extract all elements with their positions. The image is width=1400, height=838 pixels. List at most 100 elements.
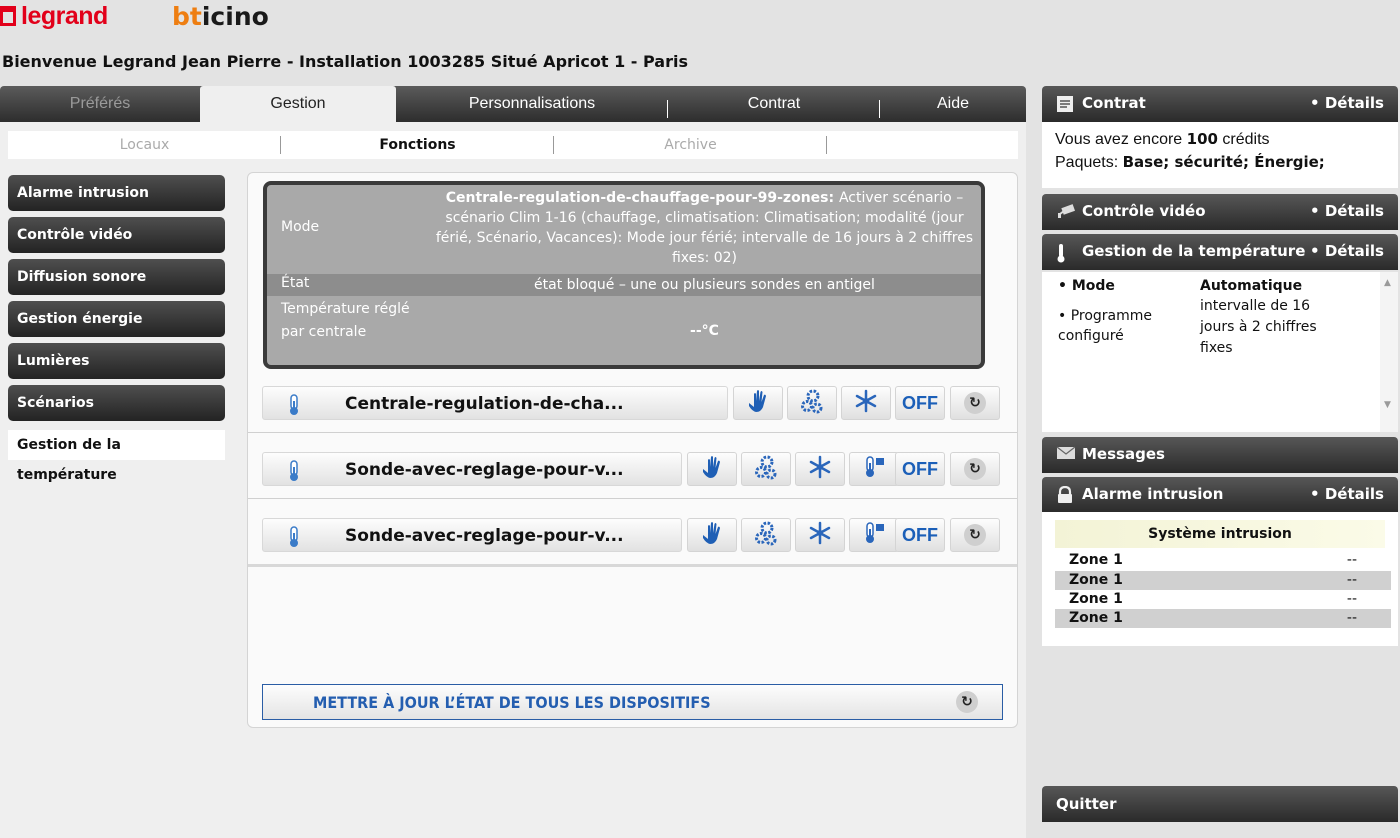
document-icon [1056, 95, 1074, 117]
contract-packages-list: Base; sécurité; Énergie; [1122, 153, 1325, 171]
sidebar-item-lumieres[interactable]: Lumières [8, 343, 225, 379]
tab-contrat[interactable]: Contrat [668, 86, 880, 122]
off-button[interactable]: OFF [895, 452, 945, 486]
zone-row: Zone 1 -- [1055, 571, 1391, 590]
subtab-separator [826, 136, 827, 154]
manual-hand-icon [745, 389, 771, 417]
widget-messages-header[interactable]: Messages [1042, 437, 1398, 473]
refresh-icon: ↻ [964, 392, 986, 414]
subtab-label: Fonctions [379, 137, 456, 153]
widget-alarm-header[interactable]: Alarme intrusion • Détails [1042, 477, 1398, 513]
device-row-probe-2[interactable]: Sonde-avec-reglage-pour-v... [262, 518, 682, 552]
zone-row: Zone 1 -- [1055, 590, 1391, 609]
zone-row: Zone 1 -- [1055, 551, 1391, 570]
sidebar-item-scenarios[interactable]: Scénarios [8, 385, 225, 421]
zone-row: Zone 1 -- [1055, 609, 1391, 628]
zone-status: -- [1346, 591, 1357, 607]
widget-video-details-link[interactable]: • Détails [1310, 202, 1384, 220]
widget-temperature-header[interactable]: Gestion de la température • Détails [1042, 234, 1398, 270]
status-mode-device: Centrale-regulation-de-chauffage-pour-99… [445, 190, 835, 206]
device-row-central[interactable]: Centrale-regulation-de-cha... [262, 386, 728, 420]
tab-gestion[interactable]: Gestion [200, 86, 396, 124]
device-name: Sonde-avec-reglage-pour-v... [345, 460, 624, 480]
sidebar-item-gestion-energie[interactable]: Gestion énergie [8, 301, 225, 337]
status-etat-value: état bloqué – une ou plusieurs sondes en… [534, 277, 875, 293]
main-tabs: Préférés Gestion Personnalisations Contr… [0, 86, 1026, 124]
sidebar-item-alarme-intrusion[interactable]: Alarme intrusion [8, 175, 225, 211]
device-name: Centrale-regulation-de-cha... [345, 394, 624, 414]
refresh-device-button[interactable]: ↻ [950, 386, 1000, 420]
off-button[interactable]: OFF [895, 386, 945, 420]
antifreeze-snowflake-icon [854, 389, 878, 417]
status-mode-value: Centrale-regulation-de-chauffage-pour-99… [432, 188, 977, 268]
temp-program-label-1: • Programme [1058, 308, 1153, 324]
antifreeze-mode-button[interactable] [795, 518, 845, 552]
temp-mode-value: Automatique [1200, 278, 1303, 294]
zone-name: Zone 1 [1069, 552, 1123, 568]
sidebar-item-diffusion-sonore[interactable]: Diffusion sonore [8, 259, 225, 295]
widget-contrat-header[interactable]: Contrat • Détails [1042, 86, 1398, 122]
widget-temperature-details-link[interactable]: • Détails [1310, 242, 1384, 260]
local-thermostat-icon [862, 521, 886, 549]
widget-video-header[interactable]: Contrôle vidéo • Détails [1042, 194, 1398, 230]
manual-mode-button[interactable] [687, 452, 737, 486]
temp-program-value-1: intervalle de 16 [1200, 298, 1311, 314]
sidebar-item-controle-video[interactable]: Contrôle vidéo [8, 217, 225, 253]
temp-program-value-2: jours à 2 chiffres [1200, 319, 1317, 335]
antifreeze-mode-button[interactable] [841, 386, 891, 420]
off-button[interactable]: OFF [895, 518, 945, 552]
widget-contrat-title: Contrat [1082, 94, 1146, 112]
temp-scrollbar[interactable]: ▲ ▼ [1380, 272, 1398, 432]
status-mode-label: Mode [281, 219, 320, 235]
bticino-logo: bticino [172, 2, 269, 32]
status-row-temperature: Température réglé par centrale --°C [267, 296, 981, 365]
scroll-up-icon[interactable]: ▲ [1384, 278, 1391, 288]
refresh-icon: ↻ [964, 458, 986, 480]
local-thermostat-button[interactable] [849, 452, 899, 486]
temp-mode-label: • Mode [1058, 278, 1115, 294]
tab-aide[interactable]: Aide [880, 86, 1026, 122]
program-gears-icon [753, 520, 779, 550]
manual-hand-icon [699, 521, 725, 549]
subtab-fonctions[interactable]: Fonctions [281, 131, 554, 159]
local-thermostat-button[interactable] [849, 518, 899, 552]
contract-credits-count: 100 [1186, 130, 1218, 148]
program-mode-button[interactable] [741, 452, 791, 486]
sidebar-item-gestion-temperature[interactable]: Gestion de la température [8, 430, 225, 483]
intrusion-system-header: Système intrusion [1055, 520, 1385, 548]
refresh-icon: ↻ [956, 691, 978, 713]
status-row-etat: État état bloqué – une ou plusieurs sond… [267, 274, 981, 296]
update-all-devices-button[interactable]: METTRE À JOUR L’ÉTAT DE TOUS LES DISPOSI… [262, 684, 1003, 720]
status-temperature-value: --°C [690, 323, 719, 339]
refresh-device-button[interactable]: ↻ [950, 452, 1000, 486]
widget-contrat-details-link[interactable]: • Détails [1310, 94, 1384, 112]
subtab-label: Archive [664, 137, 717, 153]
manual-mode-button[interactable] [733, 386, 783, 420]
tab-preferes[interactable]: Préférés [0, 86, 200, 122]
tab-personnalisations[interactable]: Personnalisations [396, 86, 668, 122]
antifreeze-snowflake-icon [808, 521, 832, 549]
tab-label: Personnalisations [468, 95, 596, 112]
widget-temperature-body: • Mode Automatique • Programme configuré… [1042, 272, 1398, 432]
refresh-device-button[interactable]: ↻ [950, 518, 1000, 552]
sub-tabs: Locaux Fonctions Archive [8, 131, 1018, 159]
scroll-down-icon[interactable]: ▼ [1384, 400, 1391, 410]
program-mode-button[interactable] [787, 386, 837, 420]
antifreeze-snowflake-icon [808, 455, 832, 483]
legrand-logo-text: legrand [21, 2, 108, 30]
device-row-probe-1[interactable]: Sonde-avec-reglage-pour-v... [262, 452, 682, 486]
temp-program-label-2: configuré [1058, 328, 1124, 344]
legrand-logo: legrand [0, 2, 108, 32]
quit-button[interactable]: Quitter [1042, 786, 1398, 822]
manual-mode-button[interactable] [687, 518, 737, 552]
zone-status: -- [1346, 552, 1357, 568]
contract-packages-line: Paquets: Base; sécurité; Énergie; [1055, 151, 1325, 174]
status-row-mode: Mode Centrale-regulation-de-chauffage-po… [267, 185, 981, 274]
thermometer-icon [287, 460, 301, 486]
zone-name: Zone 1 [1069, 572, 1123, 588]
subtab-archive[interactable]: Archive [554, 131, 827, 159]
antifreeze-mode-button[interactable] [795, 452, 845, 486]
subtab-locaux[interactable]: Locaux [8, 131, 281, 159]
widget-alarm-details-link[interactable]: • Détails [1310, 485, 1384, 503]
program-mode-button[interactable] [741, 518, 791, 552]
